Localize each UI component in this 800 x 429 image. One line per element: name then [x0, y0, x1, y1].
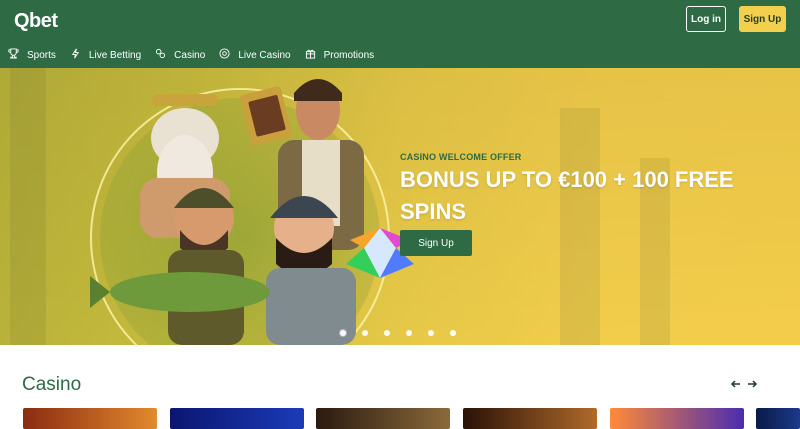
offer-title: BONUS UP TO €100 + 100 FREE SPINS: [400, 167, 734, 224]
gift-icon: [305, 48, 324, 62]
casino-section-title: Casino: [22, 374, 82, 395]
bolt-icon: [70, 48, 89, 62]
logo[interactable]: Qbet: [14, 10, 58, 33]
game-thumbnail[interactable]: [756, 408, 800, 429]
carousel-dot[interactable]: [406, 330, 412, 336]
nav-item-label: Live Casino: [238, 49, 291, 61]
signup-button[interactable]: Sign Up: [739, 6, 786, 32]
carousel-dot[interactable]: [428, 330, 434, 336]
nav-item-live-betting[interactable]: Live Betting: [70, 48, 141, 62]
nav-item-promotions[interactable]: Promotions: [305, 48, 375, 62]
trophy-icon: [8, 48, 27, 62]
arrow-right-icon[interactable]: [746, 378, 758, 390]
carousel-dot[interactable]: [340, 330, 346, 336]
game-thumbnail[interactable]: [170, 408, 304, 429]
hero-banner[interactable]: CASINO WELCOME OFFER BONUS UP TO €100 + …: [0, 68, 800, 345]
nav-item-label: Casino: [174, 49, 206, 61]
nav-item-label: Sports: [27, 49, 56, 61]
hero-characters-illustration: [90, 79, 414, 345]
carousel-dots: [340, 330, 472, 336]
game-thumbnail[interactable]: [610, 408, 744, 429]
game-thumbnail[interactable]: [23, 408, 157, 429]
hero-signup-button[interactable]: Sign Up: [400, 230, 472, 256]
offer-kicker: CASINO WELCOME OFFER: [400, 152, 522, 162]
top-header: Qbet Log in Sign Up Sports Live Betting …: [0, 0, 800, 68]
nav-item-label: Live Betting: [88, 49, 142, 61]
nav-item-sports[interactable]: Sports: [8, 48, 56, 62]
live-casino-icon: [219, 48, 238, 62]
background-pillar: [10, 68, 46, 345]
nav-item-live-casino[interactable]: Live Casino: [219, 48, 291, 62]
carousel-dot[interactable]: [362, 330, 368, 336]
carousel-dot[interactable]: [450, 330, 456, 336]
casino-game-thumbnails: [0, 408, 800, 429]
nav-item-casino[interactable]: Casino: [155, 48, 205, 62]
game-thumbnail[interactable]: [463, 408, 597, 429]
casino-icon: [155, 48, 174, 62]
nav-item-label: Promotions: [323, 49, 375, 61]
carousel-dot[interactable]: [384, 330, 390, 336]
main-nav: Sports Live Betting Casino Live Casino P…: [0, 44, 388, 66]
arrow-left-icon[interactable]: [730, 378, 742, 390]
game-thumbnail[interactable]: [316, 408, 450, 429]
login-button[interactable]: Log in: [686, 6, 726, 32]
